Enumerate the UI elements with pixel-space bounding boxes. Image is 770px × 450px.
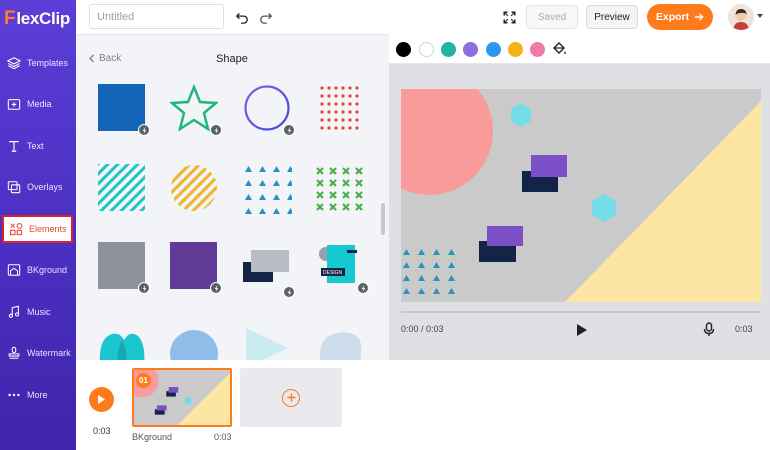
color-swatch-yellow[interactable] (508, 42, 523, 57)
sidebar-item-label: Music (27, 307, 51, 317)
back-button[interactable]: Back (88, 53, 121, 64)
sidebar-item-label: More (27, 390, 48, 400)
redo-icon[interactable] (257, 8, 275, 26)
sidebar-item-music[interactable]: Music (0, 292, 76, 332)
animation-icon (357, 282, 369, 294)
timeline-time: 0:03 (93, 426, 111, 436)
canvas-area: 0:00 / 0:03 0:03 (389, 34, 770, 360)
avatar[interactable] (728, 4, 754, 30)
sidebar-item-elements[interactable]: Elements (2, 215, 73, 243)
sidebar-item-watermark[interactable]: Watermark (0, 333, 76, 373)
video-canvas[interactable] (401, 89, 761, 302)
sidebar-item-media[interactable]: Media (0, 84, 76, 124)
color-swatch-white[interactable] (419, 42, 434, 57)
elements-icon (10, 223, 23, 236)
shape-blue-triangle-grid[interactable] (242, 162, 294, 214)
animation-icon (283, 286, 295, 298)
project-title-input[interactable] (89, 4, 224, 29)
clip-duration: 0:03 (214, 432, 232, 442)
chevron-down-icon[interactable] (757, 14, 763, 18)
shape-overlapping-rectangles[interactable] (243, 248, 295, 298)
sidebar-item-more[interactable]: More (0, 375, 76, 415)
microphone-icon[interactable] (703, 322, 715, 342)
sidebar-item-label: Text (27, 141, 44, 151)
shape-light-blob[interactable] (317, 328, 365, 360)
current-time: 0:00 / 0:03 (401, 324, 444, 334)
export-label: Export (655, 11, 690, 23)
export-button[interactable]: Export (647, 4, 713, 30)
color-swatch-teal[interactable] (441, 42, 456, 57)
shape-striped-square[interactable] (98, 164, 146, 212)
elements-panel: Back Shape DESIGN (76, 34, 389, 360)
chevron-left-icon (89, 54, 94, 63)
panel-scrollbar[interactable] (381, 203, 385, 235)
sidebar: F lexClip Templates Media Text Overlays … (0, 0, 76, 450)
layers-icon (7, 57, 21, 70)
panel-title: Shape (216, 53, 248, 65)
shape-light-triangle[interactable] (246, 326, 294, 360)
sidebar-item-label: Watermark (27, 348, 71, 358)
sidebar-item-bkground[interactable]: BKground (0, 250, 76, 290)
timeline: 0:03 01 BKground 0:03 (76, 360, 770, 450)
media-icon (7, 99, 21, 110)
undo-icon[interactable] (233, 8, 251, 26)
back-label: Back (99, 53, 122, 64)
shape-red-dot-grid[interactable] (319, 84, 367, 132)
watermark-icon (8, 346, 20, 359)
paint-bucket-icon[interactable] (551, 41, 567, 62)
saved-button[interactable]: Saved (526, 5, 578, 29)
sidebar-item-label: Elements (29, 224, 67, 234)
animation-icon (210, 124, 222, 136)
plus-icon (282, 388, 300, 407)
fullscreen-icon[interactable] (500, 8, 518, 26)
animation-icon (138, 124, 150, 136)
sidebar-item-templates[interactable]: Templates (0, 43, 76, 83)
clip-number: 01 (136, 373, 151, 388)
animation-icon (138, 282, 150, 294)
clip-label: BKground (132, 432, 173, 442)
shape-blue-circle[interactable] (170, 326, 218, 360)
color-palette (389, 34, 770, 64)
animation-icon (283, 124, 295, 136)
sidebar-item-label: Templates (27, 58, 69, 68)
overlays-icon (7, 181, 21, 194)
background-icon (7, 264, 21, 276)
shape-blue-square[interactable] (98, 84, 150, 136)
add-scene-button[interactable] (240, 368, 342, 427)
color-swatch-purple[interactable] (463, 42, 478, 57)
top-toolbar: Saved Preview Export (76, 0, 770, 34)
shape-purple-square[interactable] (170, 242, 222, 294)
more-icon (8, 393, 20, 397)
sidebar-item-label: Media (27, 99, 52, 109)
total-duration: 0:03 (735, 324, 753, 334)
shape-design-badge[interactable]: DESIGN (317, 242, 369, 294)
preview-button[interactable]: Preview (586, 5, 638, 29)
shape-green-cross-grid[interactable] (315, 166, 363, 214)
flexclip-logo[interactable]: F lexClip (4, 8, 70, 29)
shape-teal-blob[interactable] (98, 326, 146, 360)
sidebar-item-label: Overlays (27, 182, 63, 192)
color-swatch-pink[interactable] (530, 42, 545, 57)
arrow-right-icon (695, 13, 704, 21)
play-icon[interactable] (576, 323, 588, 342)
timeline-clip[interactable]: 01 (132, 368, 232, 427)
sidebar-item-overlays[interactable]: Overlays (0, 167, 76, 207)
text-icon (9, 141, 19, 152)
sidebar-item-label: BKground (27, 265, 68, 275)
animation-icon (210, 282, 222, 294)
color-swatch-blue[interactable] (486, 42, 501, 57)
music-icon (8, 305, 20, 318)
shape-gradient-ring[interactable] (243, 84, 295, 136)
logo-text: lexClip (16, 9, 70, 28)
timeline-play-button[interactable] (89, 387, 114, 412)
svg-text:DESIGN: DESIGN (323, 270, 343, 276)
sidebar-item-text[interactable]: Text (0, 126, 76, 166)
playback-progress-bar[interactable] (401, 311, 761, 313)
logo-initial: F (4, 8, 16, 29)
shape-green-star[interactable] (168, 83, 222, 136)
play-icon (98, 395, 105, 404)
shape-gray-square[interactable] (98, 242, 150, 294)
color-swatch-black[interactable] (396, 42, 411, 57)
shape-yellow-striped-circle[interactable] (170, 164, 218, 212)
